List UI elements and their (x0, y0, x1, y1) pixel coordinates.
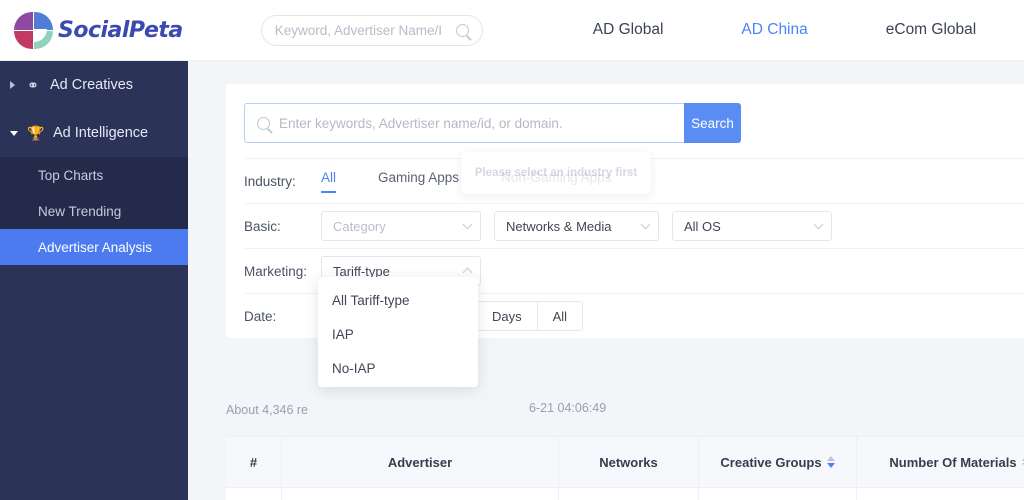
sort-icon[interactable] (826, 456, 835, 468)
cell-number-of-materials: 48.5K (857, 488, 1024, 500)
result-summary-head: About 4,346 re (226, 403, 309, 417)
cell-networks: ☄ ⚭ 1. (559, 488, 699, 500)
date-label: Date: (244, 308, 277, 324)
date-button-all[interactable]: All (537, 302, 583, 330)
dropdown-option-all-tariff-type[interactable]: All Tariff-type (318, 283, 478, 317)
search-icon (257, 116, 270, 130)
industry-tab-non-gaming-apps[interactable]: Non-Gaming Apps (501, 170, 611, 193)
filter-row-basic: Basic: Category Networks & Media All OS (244, 203, 1024, 248)
industry-tabs: All Gaming Apps Non-Gaming Apps (321, 170, 653, 193)
table-row[interactable]: 1 ☄ 百度APP 百度 百度在线网络技术(北京)有限公司 ☄ ⚭ (226, 488, 1024, 500)
nav-ad-china[interactable]: AD China (741, 21, 807, 39)
industry-label: Industry: (244, 173, 296, 189)
category-select[interactable]: Category (321, 211, 481, 241)
advertiser-search-box[interactable] (244, 103, 684, 143)
dropdown-option-no-iap[interactable]: No-IAP (318, 351, 478, 385)
advertiser-search-row: Search (244, 84, 1024, 158)
main-content: Search Industry: All Gaming Apps Non-Gam… (188, 61, 1024, 500)
search-icon (455, 23, 469, 37)
result-summary: About 4,346 re 6-21 04:06:49 (226, 401, 1024, 419)
top-nav: AD Global AD China eCom Global (593, 21, 976, 39)
column-header-creative-groups[interactable]: Creative Groups (699, 437, 857, 487)
dropdown-option-iap[interactable]: IAP (318, 317, 478, 351)
sidebar-group-label: Ad Creatives (50, 77, 134, 93)
result-summary-tail: 6-21 04:06:49 (529, 401, 607, 415)
industry-tab-all[interactable]: All (321, 170, 337, 193)
nav-ad-global[interactable]: AD Global (593, 21, 664, 39)
socialpeta-pie-logo-icon (14, 11, 54, 49)
sidebar-group-ad-intelligence[interactable]: 🏆 Ad Intelligence (0, 109, 188, 157)
advertiser-search-input[interactable] (279, 115, 672, 131)
column-header-creative-groups-label: Creative Groups (720, 454, 822, 470)
chevron-down-icon (813, 219, 824, 229)
industry-tab-gaming-apps[interactable]: Gaming Apps (378, 170, 459, 193)
column-header-number-of-materials[interactable]: Number Of Materials (857, 437, 1024, 487)
column-header-networks: Networks (559, 437, 699, 487)
date-range-segmented: Days All (476, 301, 584, 331)
brand-name: SocialPeta (58, 17, 183, 43)
basic-label: Basic: (244, 218, 281, 234)
app-root: SocialPeta AD Global AD China eCom Globa… (0, 0, 1024, 500)
category-select-value: Category (333, 218, 386, 234)
date-button-days[interactable]: Days (477, 302, 538, 330)
top-bar: SocialPeta AD Global AD China eCom Globa… (0, 0, 1024, 61)
global-search-box[interactable] (260, 14, 483, 46)
sidebar: ⚭ Ad Creatives 🏆 Ad Intelligence Top Cha… (0, 61, 188, 500)
networks-media-select[interactable]: Networks & Media (494, 211, 659, 241)
marketing-label: Marketing: (244, 263, 308, 279)
networks-media-select-value: Networks & Media (506, 218, 612, 234)
nav-ecom-global[interactable]: eCom Global (886, 21, 976, 39)
brand-logo[interactable]: SocialPeta (14, 11, 183, 49)
cell-advertiser: ☄ 百度APP 百度 百度在线网络技术(北京)有限公司 (282, 488, 559, 500)
global-search-input[interactable] (274, 22, 456, 38)
chevron-up-icon (462, 267, 473, 278)
os-select-value: All OS (684, 218, 721, 234)
chevron-down-icon (462, 219, 473, 229)
cell-index: 1 (226, 488, 282, 500)
sidebar-submenu: Top Charts New Trending Advertiser Analy… (0, 157, 188, 265)
sidebar-item-top-charts[interactable]: Top Charts (0, 157, 188, 193)
column-header-number-of-materials-label: Number Of Materials (889, 454, 1017, 470)
sidebar-item-advertiser-analysis[interactable]: Advertiser Analysis (0, 229, 188, 265)
lightbulb-icon: ⚭ (27, 77, 39, 93)
os-select[interactable]: All OS (672, 211, 832, 241)
column-header-advertiser: Advertiser (282, 437, 559, 487)
filter-row-industry: Industry: All Gaming Apps Non-Gaming App… (244, 158, 1024, 203)
advertiser-table: # Advertiser Networks Creative Groups Nu… (226, 436, 1024, 500)
sidebar-group-label: Ad Intelligence (53, 125, 149, 141)
search-button[interactable]: Search (684, 103, 741, 143)
table-header-row: # Advertiser Networks Creative Groups Nu… (226, 436, 1024, 488)
column-header-index: # (226, 437, 282, 487)
sidebar-item-new-trending[interactable]: New Trending (0, 193, 188, 229)
sidebar-group-ad-creatives[interactable]: ⚭ Ad Creatives (0, 61, 188, 109)
trophy-icon: 🏆 (27, 125, 45, 141)
tariff-type-dropdown: All Tariff-type IAP No-IAP (318, 277, 478, 387)
chevron-down-icon (10, 130, 18, 136)
cell-creative-groups: 383K (699, 488, 857, 500)
chevron-right-icon (10, 81, 15, 89)
chevron-down-icon (640, 219, 651, 229)
